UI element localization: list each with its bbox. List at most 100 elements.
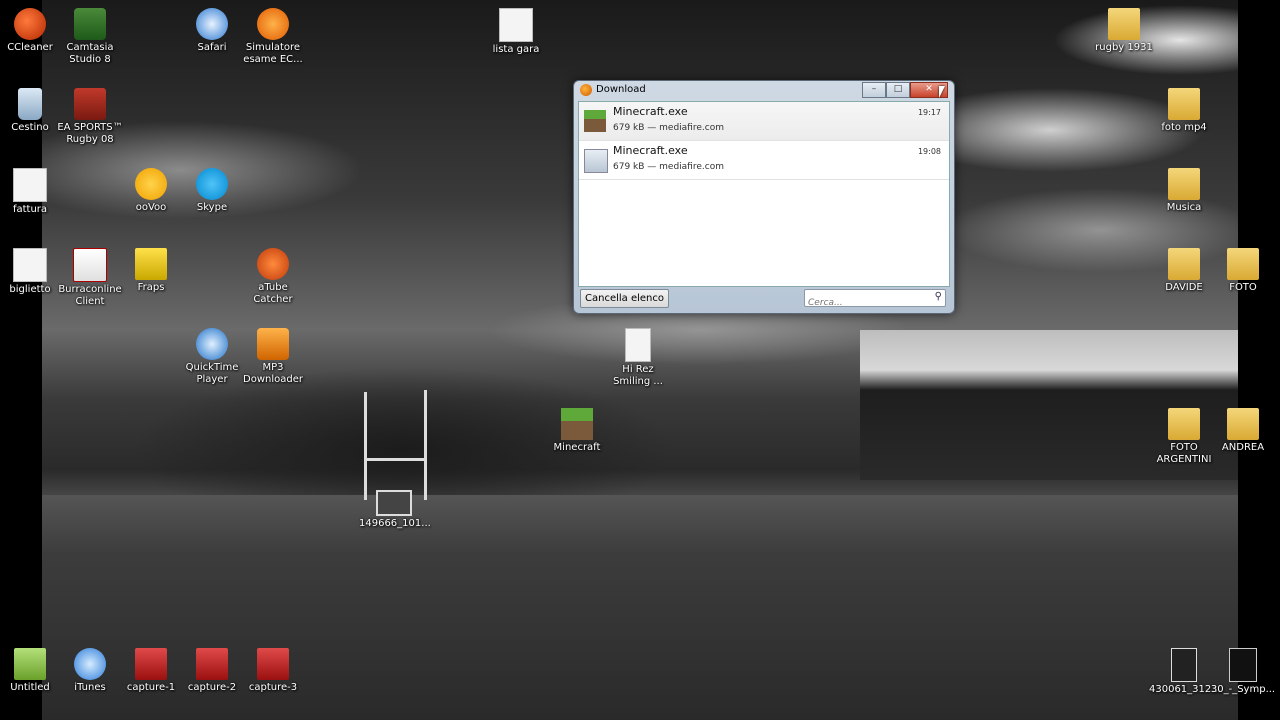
desktop-icon-safari[interactable]: Safari — [177, 8, 247, 54]
folder-icon — [1108, 8, 1140, 40]
download-window[interactable]: Download – □ ✕ Minecraft.exe 679 kB — me… — [573, 80, 955, 314]
video-file-icon — [257, 648, 289, 680]
desktop-icon-label: capture-1 — [126, 682, 176, 693]
document-icon — [13, 248, 47, 282]
quicktime-icon — [196, 328, 228, 360]
desktop-icon-label: Camtasia Studio 8 — [66, 42, 114, 65]
desktop-icon-simulatore[interactable]: Simulatore esame EC... — [238, 8, 308, 66]
desktop-icon-label: QuickTime Player — [185, 362, 239, 385]
image-file-icon — [376, 490, 412, 516]
document-icon — [13, 168, 47, 202]
desktop-icon-burraconline[interactable]: Burraconline Client — [55, 248, 125, 308]
desktop-icon-label: aTube Catcher — [253, 282, 293, 305]
desktop-icon-ea-rugby[interactable]: EA SPORTS™ Rugby 08 — [55, 88, 125, 146]
desktop-icon-image-149666[interactable]: 149666_101... — [359, 490, 431, 530]
desktop-icon-itunes[interactable]: iTunes — [55, 648, 125, 694]
firefox-icon — [580, 84, 592, 96]
desktop-icon-label: Minecraft — [553, 442, 601, 453]
desktop-icon-label: lista gara — [492, 44, 540, 55]
minecraft-icon — [584, 110, 606, 132]
desktop-icon-capture-2[interactable]: capture-2 — [177, 648, 247, 694]
desktop-icon-label: Safari — [197, 42, 227, 53]
desktop-icon-label: Musica — [1166, 202, 1202, 213]
download-item[interactable]: Minecraft.exe 679 kB — mediafire.com 19:… — [579, 102, 949, 141]
burraco-icon — [73, 248, 107, 282]
desktop-icon-andrea[interactable]: ANDREA — [1208, 408, 1278, 454]
simulator-icon — [257, 8, 289, 40]
desktop-icon-label: ANDREA — [1221, 442, 1265, 453]
download-filename: Minecraft.exe — [613, 105, 688, 118]
untitled-icon — [14, 648, 46, 680]
desktop-icon-label: Burraconline Client — [58, 284, 122, 307]
goalpost — [424, 390, 427, 500]
desktop-icon-fattura[interactable]: fattura — [0, 168, 65, 216]
desktop-icon-minecraft[interactable]: Minecraft — [542, 408, 612, 454]
clear-list-button[interactable]: Cancella elenco — [580, 289, 669, 308]
video-file-icon — [135, 648, 167, 680]
desktop-icon-fraps[interactable]: Fraps — [116, 248, 186, 294]
desktop-icon-capture-1[interactable]: capture-1 — [116, 648, 186, 694]
desktop-icon-quicktime[interactable]: QuickTime Player — [177, 328, 247, 386]
desktop-icon-lista-gara[interactable]: lista gara — [481, 8, 551, 56]
goalpost — [364, 458, 427, 461]
desktop-icon-label: 149666_101... — [359, 518, 431, 529]
atube-icon — [257, 248, 289, 280]
folder-icon — [1227, 408, 1259, 440]
mp3-downloader-icon — [257, 328, 289, 360]
music-file-icon — [1229, 648, 1257, 682]
download-footer: Cancella elenco ⚲ — [578, 287, 948, 311]
recycle-bin-icon — [18, 88, 42, 120]
maximize-button[interactable]: □ — [886, 82, 910, 98]
download-time: 19:17 — [917, 108, 941, 117]
desktop-icon-label: fattura — [12, 204, 48, 215]
mp3-file-icon — [625, 328, 651, 362]
desktop-icon-camtasia[interactable]: Camtasia Studio 8 — [55, 8, 125, 66]
desktop-icon-foto-mp4[interactable]: foto mp4 — [1149, 88, 1219, 134]
video-file-icon — [196, 648, 228, 680]
exe-icon — [584, 149, 608, 173]
desktop-icon-label: Hi Rez Smiling ... — [613, 364, 663, 387]
download-list: Minecraft.exe 679 kB — mediafire.com 19:… — [578, 101, 950, 287]
search-input[interactable] — [805, 295, 929, 311]
desktop-icon-label: Skype — [196, 202, 228, 213]
desktop-icon-foto[interactable]: FOTO — [1208, 248, 1278, 294]
search-icon[interactable]: ⚲ — [935, 291, 942, 302]
desktop-icon-label: ooVoo — [135, 202, 167, 213]
itunes-icon — [74, 648, 106, 680]
download-info: 679 kB — mediafire.com — [613, 162, 724, 172]
ccleaner-icon — [14, 8, 46, 40]
minecraft-icon — [561, 408, 593, 440]
folder-icon — [1168, 408, 1200, 440]
folder-icon — [1168, 168, 1200, 200]
camtasia-icon — [74, 8, 106, 40]
desktop-icon-label: Simulatore esame EC... — [243, 42, 303, 65]
desktop-icon-atube[interactable]: aTube Catcher — [238, 248, 308, 306]
download-item[interactable]: Minecraft.exe 679 kB — mediafire.com 19:… — [579, 141, 949, 180]
desktop-icon-label: MP3 Downloader — [243, 362, 303, 385]
desktop-icon-label: EA SPORTS™ Rugby 08 — [57, 122, 123, 145]
ea-rugby-icon — [74, 88, 106, 120]
desktop-icon-skype[interactable]: Skype — [177, 168, 247, 214]
desktop-icon-symphony[interactable]: 30_-_Symp... — [1208, 648, 1278, 696]
desktop-icon-musica[interactable]: Musica — [1149, 168, 1219, 214]
window-controls: – □ ✕ — [862, 82, 948, 98]
minimize-button[interactable]: – — [862, 82, 886, 98]
desktop-icon-label: iTunes — [74, 682, 106, 693]
desktop-icon-label: capture-3 — [248, 682, 298, 693]
download-time: 19:08 — [917, 147, 941, 156]
download-info: 679 kB — mediafire.com — [613, 123, 724, 133]
search-box: ⚲ — [804, 289, 946, 311]
oovoo-icon — [135, 168, 167, 200]
desktop-icon-oovoo[interactable]: ooVoo — [116, 168, 186, 214]
desktop-icon-label: 30_-_Symp... — [1210, 684, 1276, 695]
desktop-icon-rugby-1931[interactable]: rugby 1931 — [1089, 8, 1159, 54]
desktop-icon-capture-3[interactable]: capture-3 — [238, 648, 308, 694]
window-title: Download — [596, 84, 646, 95]
download-filename: Minecraft.exe — [613, 144, 688, 157]
desktop-icon-mp3-downloader[interactable]: MP3 Downloader — [238, 328, 308, 386]
safari-icon — [196, 8, 228, 40]
document-icon — [499, 8, 533, 42]
desktop-icon-label: capture-2 — [187, 682, 237, 693]
desktop-icon-hi-rez[interactable]: Hi Rez Smiling ... — [603, 328, 673, 388]
desktop-icon-label: FOTO — [1229, 282, 1257, 293]
